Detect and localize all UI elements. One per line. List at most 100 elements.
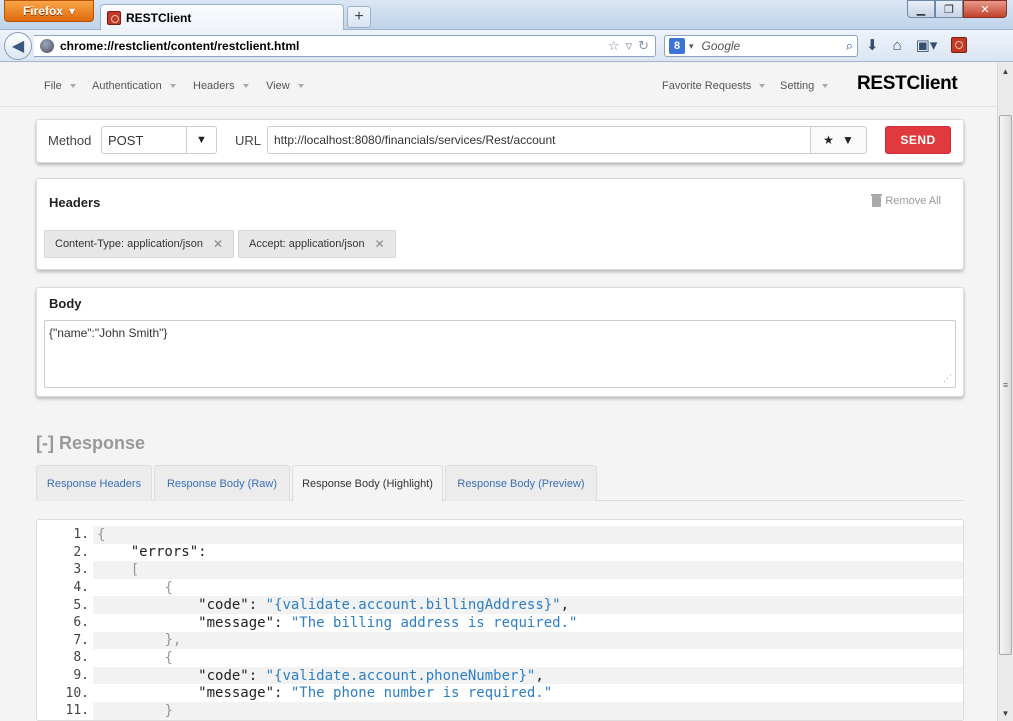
reload-icon[interactable]: ↻: [638, 38, 649, 54]
scrollbar-thumb[interactable]: ≡: [999, 115, 1012, 655]
line-number: 4.: [73, 580, 89, 596]
url-input[interactable]: http://localhost:8080/financials/service…: [267, 126, 811, 154]
code-line: 4. {: [37, 579, 963, 597]
engine-dropdown-icon[interactable]: ▾: [689, 41, 694, 52]
caret-down-icon: [169, 84, 176, 88]
navigation-toolbar: ◀ chrome://restclient/content/restclient…: [0, 30, 1013, 62]
code-token: },: [164, 632, 182, 649]
browser-tab-restclient[interactable]: RESTClient: [100, 4, 344, 30]
maximize-icon[interactable]: ❐: [935, 0, 963, 18]
home-icon[interactable]: ⌂: [893, 37, 902, 54]
code-text: "message": "The phone number is required…: [93, 684, 963, 702]
code-line: 7. },: [37, 631, 963, 650]
line-number: 8.: [73, 650, 89, 666]
search-bar[interactable]: 8 ▾ Google ⌕: [664, 35, 858, 57]
line-number: 3.: [73, 562, 89, 578]
bookmarks-menu-icon[interactable]: ▣▾: [916, 36, 938, 54]
request-panel: Method POST ▼ URL http://localhost:8080/…: [36, 119, 964, 163]
line-number: 10.: [65, 685, 89, 701]
code-token: :: [274, 614, 291, 631]
google-engine-icon[interactable]: 8: [669, 38, 685, 54]
header-chip[interactable]: Accept: application/json ✕: [238, 230, 396, 258]
close-window-icon[interactable]: ✕: [963, 0, 1007, 18]
tab-response-body-raw[interactable]: Response Body (Raw): [154, 465, 290, 501]
code-line: 11. }: [37, 702, 963, 720]
menu-authentication[interactable]: Authentication: [92, 80, 176, 92]
code-token: [: [130, 561, 140, 578]
code-line: 1. {: [37, 526, 963, 544]
history-dropdown-icon[interactable]: ▿: [626, 38, 633, 54]
method-select[interactable]: POST ▼: [101, 126, 217, 154]
close-icon[interactable]: ✕: [375, 237, 385, 251]
line-number: 1.: [73, 527, 89, 543]
menu-view[interactable]: View: [266, 80, 304, 92]
code-token: :: [198, 544, 207, 561]
code-token: {: [97, 526, 106, 543]
download-icon[interactable]: ⬇: [866, 36, 879, 54]
request-body-text: {"name":"John Smith"}: [49, 326, 168, 340]
header-chip-label: Accept: application/json: [249, 238, 365, 250]
caret-down-icon: [759, 84, 766, 88]
code-token: "message": [198, 614, 275, 631]
code-text: "errors":: [93, 544, 963, 562]
search-icon[interactable]: ⌕: [846, 38, 853, 54]
scroll-down-icon[interactable]: ▼: [998, 705, 1013, 721]
code-token: {: [164, 579, 173, 596]
menu-setting-label: Setting: [780, 80, 815, 92]
firefox-menu-label: Firefox: [22, 4, 63, 18]
code-text: [: [93, 561, 963, 579]
code-text: "message": "The billing address is requi…: [93, 614, 963, 632]
code-line: 6. "message": "The billing address is re…: [37, 614, 963, 632]
body-panel: Body {"name":"John Smith"} ⋰: [36, 287, 964, 397]
caret-down-icon: [297, 84, 304, 88]
header-chip[interactable]: Content-Type: application/json ✕: [44, 230, 235, 258]
remove-all-button[interactable]: Remove All: [871, 193, 941, 207]
menu-setting[interactable]: Setting: [780, 80, 829, 92]
menu-file-label: File: [44, 80, 62, 92]
send-button[interactable]: SEND: [885, 126, 951, 154]
minimize-icon[interactable]: ▁: [907, 0, 935, 18]
menu-favorite-requests[interactable]: Favorite Requests: [662, 80, 766, 92]
app-menu-bar: File Authentication Headers View Favorit…: [0, 63, 997, 107]
menu-view-label: View: [266, 80, 290, 92]
code-text: }: [93, 702, 963, 720]
menu-file[interactable]: File: [44, 80, 76, 92]
firefox-menu-button[interactable]: Firefox ▾: [4, 0, 94, 22]
tab-response-body-preview[interactable]: Response Body (Preview): [445, 465, 597, 501]
tab-response-body-highlight[interactable]: Response Body (Highlight): [292, 465, 443, 502]
scroll-up-icon[interactable]: ▲: [998, 63, 1013, 79]
chevron-down-icon[interactable]: ▼: [186, 127, 216, 153]
address-bar[interactable]: chrome://restclient/content/restclient.h…: [34, 35, 656, 57]
page-scrollbar[interactable]: ▲ ≡ ▼: [997, 63, 1013, 721]
resize-grip-icon[interactable]: ⋰: [943, 373, 952, 384]
favorite-url-button[interactable]: ★ ▼: [811, 126, 867, 154]
menu-headers[interactable]: Headers: [193, 80, 249, 92]
navbar-tools: ⬇ ⌂ ▣▾: [866, 36, 968, 54]
code-token: "errors": [130, 544, 199, 561]
code-text: },: [93, 631, 963, 650]
remove-all-label: Remove All: [885, 195, 941, 207]
address-url: chrome://restclient/content/restclient.h…: [60, 39, 300, 53]
line-number: 2.: [73, 544, 89, 560]
search-placeholder: Google: [701, 39, 741, 53]
chevron-down-icon: ▾: [68, 4, 76, 18]
tab-response-headers[interactable]: Response Headers: [36, 465, 152, 501]
response-code-view: 1.{2. "errors":3. [4. {5. "code": "{vali…: [36, 519, 964, 721]
method-value: POST: [108, 132, 144, 148]
restclient-page: File Authentication Headers View Favorit…: [0, 63, 997, 721]
line-number: 7.: [73, 632, 89, 648]
code-token: "The phone number is required.": [290, 685, 553, 702]
bookmark-star-icon[interactable]: ☆: [608, 38, 620, 54]
request-body-textarea[interactable]: {"name":"John Smith"} ⋰: [44, 320, 956, 388]
close-icon[interactable]: ✕: [213, 237, 223, 251]
globe-icon: [40, 39, 54, 53]
line-number: 9.: [73, 668, 89, 684]
code-text: "code": "{validate.account.billingAddres…: [93, 596, 963, 614]
caret-down-icon: [822, 84, 829, 88]
new-tab-button[interactable]: +: [347, 6, 371, 28]
back-arrow-icon[interactable]: ◀: [4, 32, 32, 60]
code-token: "code": [198, 597, 249, 614]
restclient-toolbar-icon[interactable]: [951, 37, 968, 53]
response-section-toggle[interactable]: [-] Response: [36, 433, 145, 454]
code-token: "message": [198, 685, 275, 702]
